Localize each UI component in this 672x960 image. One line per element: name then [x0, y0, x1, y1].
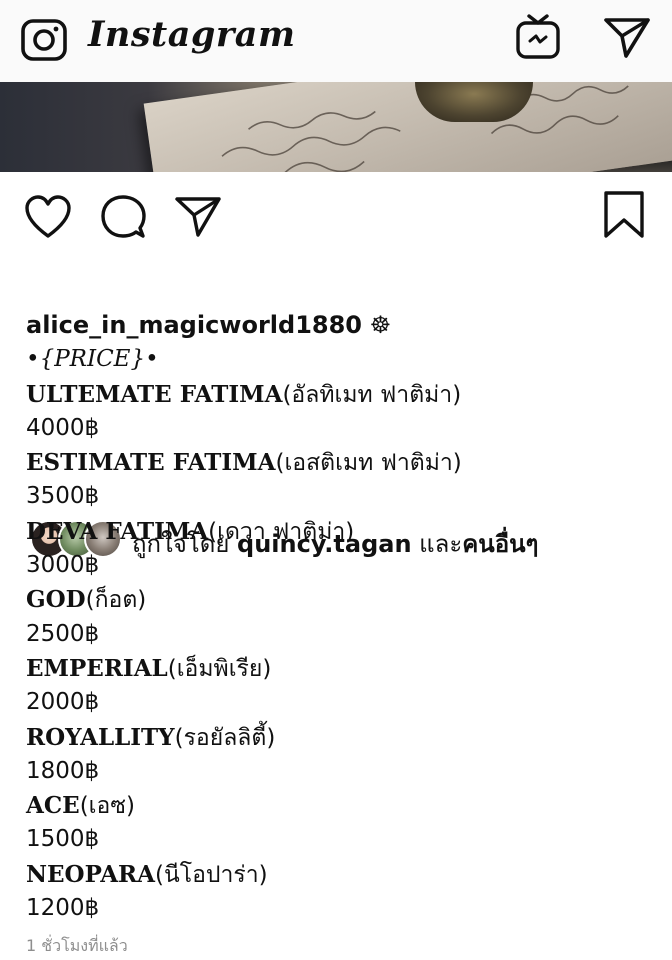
- item-price: 1200฿: [26, 895, 100, 922]
- item-name-english: ACE: [26, 792, 80, 820]
- price-item-name: ROYALLITY(รอยัลลิตี้): [26, 720, 656, 754]
- price-item-name: ESTIMATE FATIMA(เอสติเมท ฟาติม่า): [26, 445, 656, 479]
- camera-icon[interactable]: [20, 16, 68, 62]
- post-timestamp: 1 ชั่วโมงที่แล้ว: [26, 936, 128, 955]
- price-item-name: EMPERIAL(เอ็มพิเรีย): [26, 651, 656, 685]
- item-name-thai: (เอซ): [79, 793, 135, 820]
- price-title: •{PRICE}•: [26, 346, 159, 373]
- paper-plane-icon[interactable]: [602, 14, 652, 60]
- item-price: 3500฿: [26, 483, 100, 510]
- item-name-english: NEOPARA: [26, 860, 156, 888]
- bookmark-icon[interactable]: [602, 190, 646, 240]
- post-image[interactable]: [0, 82, 672, 172]
- item-name-thai: (ก็อต): [85, 587, 147, 614]
- item-name-english: GOD: [26, 586, 86, 614]
- igtv-icon[interactable]: [514, 12, 562, 60]
- item-name-thai: (นีโอปาร่า): [155, 861, 268, 888]
- item-price: 2500฿: [26, 620, 100, 647]
- comment-icon[interactable]: [100, 194, 146, 240]
- post-actions: [0, 172, 672, 258]
- item-price: 1800฿: [26, 757, 100, 784]
- item-name-thai: (รอยัลลิตี้): [174, 724, 276, 751]
- share-icon[interactable]: [174, 194, 222, 238]
- item-name-thai: (อัลทิเมท ฟาติม่า): [282, 381, 462, 408]
- price-item-name: ACE(เอซ): [26, 788, 656, 822]
- item-price: 3000฿: [26, 552, 100, 579]
- top-bar: Instagram: [0, 0, 672, 82]
- item-price: 1500฿: [26, 826, 100, 853]
- item-price: 4000฿: [26, 414, 100, 441]
- price-item-name: DEVA FATIMA(เดวา ฟาติม่า): [26, 514, 656, 548]
- item-name-english: EMPERIAL: [26, 654, 168, 682]
- caption-author-line: alice_in_magicworld1880 ☸: [26, 308, 656, 342]
- author-emoji: ☸: [369, 311, 392, 339]
- app-logo: Instagram: [88, 14, 296, 55]
- heart-icon[interactable]: [24, 195, 72, 239]
- item-price: 2000฿: [26, 689, 100, 716]
- item-name-english: ROYALLITY: [26, 723, 175, 751]
- price-list: ULTEMATE FATIMA(อัลทิเมท ฟาติม่า) 4000฿ ES…: [26, 377, 656, 926]
- price-item-name: GOD(ก็อต): [26, 582, 656, 616]
- item-name-thai: (เอสติเมท ฟาติม่า): [275, 450, 462, 477]
- item-name-english: ESTIMATE FATIMA: [26, 449, 276, 477]
- post-caption: alice_in_magicworld1880 ☸ •{PRICE}• ULTE…: [26, 308, 656, 925]
- item-name-english: DEVA FATIMA: [26, 517, 209, 545]
- item-name-english: ULTEMATE FATIMA: [26, 380, 283, 408]
- author-username-link[interactable]: alice_in_magicworld1880: [26, 311, 362, 339]
- price-item-name: NEOPARA(นีโอปาร่า): [26, 857, 656, 891]
- item-name-thai: (เดวา ฟาติม่า): [208, 518, 355, 545]
- price-item-name: ULTEMATE FATIMA(อัลทิเมท ฟาติม่า): [26, 377, 656, 411]
- likes-row[interactable]: ถูกใจโดย quincy.tagan และคนอื่นๆ: [0, 258, 672, 558]
- item-name-thai: (เอ็มพิเรีย): [167, 655, 272, 682]
